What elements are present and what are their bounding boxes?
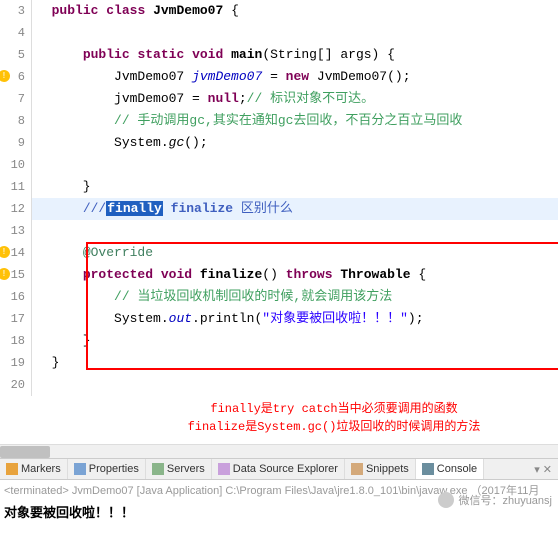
scrollbar-thumb[interactable] <box>0 446 50 458</box>
tab-properties[interactable]: Properties <box>68 459 146 479</box>
annotation-text: finally是try catch当中必须要调用的函数 finalize是Sys… <box>0 396 558 444</box>
line-gutter: 3 4 5 !6 7 8 9 10 11 12 13 !14 !15 16 17… <box>0 0 32 396</box>
line-number: 12 <box>0 198 25 220</box>
code-line[interactable] <box>32 154 558 176</box>
line-number: !6 <box>0 66 25 88</box>
code-line[interactable]: public class JvmDemo07 { <box>32 0 558 22</box>
wechat-icon <box>438 492 454 508</box>
tab-servers[interactable]: Servers <box>146 459 212 479</box>
markers-icon <box>6 463 18 475</box>
code-line[interactable]: // 当垃圾回收机制回收的时候,就会调用该方法 <box>32 286 558 308</box>
code-line[interactable]: // 手动调用gc,其实在通知gc去回收，不百分之百立马回收 <box>32 110 558 132</box>
horizontal-scrollbar[interactable] <box>0 444 558 458</box>
line-number: 5 <box>0 44 25 66</box>
code-line[interactable] <box>32 374 558 396</box>
line-number: 4 <box>0 22 25 44</box>
line-number: 18 <box>0 330 25 352</box>
line-number: !14 <box>0 242 25 264</box>
code-line[interactable]: } <box>32 352 558 374</box>
tab-snippets[interactable]: Snippets <box>345 459 416 479</box>
line-number: 16 <box>0 286 25 308</box>
code-line[interactable]: jvmDemo07 = null;// 标识对象不可达。 <box>32 88 558 110</box>
line-number: 20 <box>0 374 25 396</box>
line-number: 9 <box>0 132 25 154</box>
code-line[interactable]: JvmDemo07 jvmDemo07 = new JvmDemo07(); <box>32 66 558 88</box>
code-line[interactable] <box>32 22 558 44</box>
code-line[interactable]: public static void main(String[] args) { <box>32 44 558 66</box>
code-line[interactable] <box>32 220 558 242</box>
code-area[interactable]: public class JvmDemo07 { public static v… <box>32 0 558 396</box>
line-number: 8 <box>0 110 25 132</box>
wechat-watermark: 微信号：zhuyuansj <box>438 492 552 508</box>
warning-icon[interactable]: ! <box>0 70 10 82</box>
code-line[interactable]: protected void finalize() throws Throwab… <box>32 264 558 286</box>
bottom-tabs: Markers Properties Servers Data Source E… <box>0 458 558 480</box>
code-line[interactable]: } <box>32 330 558 352</box>
code-line[interactable]: } <box>32 176 558 198</box>
code-line[interactable]: System.out.println("对象要被回收啦！！！"); <box>32 308 558 330</box>
code-line[interactable]: @Override <box>32 242 558 264</box>
code-line-highlighted[interactable]: ///finally finalize 区别什么 <box>32 198 558 220</box>
servers-icon <box>152 463 164 475</box>
tab-markers[interactable]: Markers <box>0 459 68 479</box>
line-number: 7 <box>0 88 25 110</box>
line-number: 19 <box>0 352 25 374</box>
console-icon <box>422 463 434 475</box>
datasource-icon <box>218 463 230 475</box>
tab-menu-icon[interactable]: ▾ ✕ <box>528 463 558 476</box>
tab-datasource[interactable]: Data Source Explorer <box>212 459 345 479</box>
snippets-icon <box>351 463 363 475</box>
line-number: 3 <box>0 0 25 22</box>
warning-icon[interactable]: ! <box>0 246 10 258</box>
line-number: 17 <box>0 308 25 330</box>
code-line[interactable]: System.gc(); <box>32 132 558 154</box>
line-number: 13 <box>0 220 25 242</box>
code-editor[interactable]: 3 4 5 !6 7 8 9 10 11 12 13 !14 !15 16 17… <box>0 0 558 396</box>
line-number: 11 <box>0 176 25 198</box>
properties-icon <box>74 463 86 475</box>
tab-console[interactable]: Console <box>416 459 484 479</box>
warning-icon[interactable]: ! <box>0 268 10 280</box>
line-number: !15 <box>0 264 25 286</box>
line-number: 10 <box>0 154 25 176</box>
